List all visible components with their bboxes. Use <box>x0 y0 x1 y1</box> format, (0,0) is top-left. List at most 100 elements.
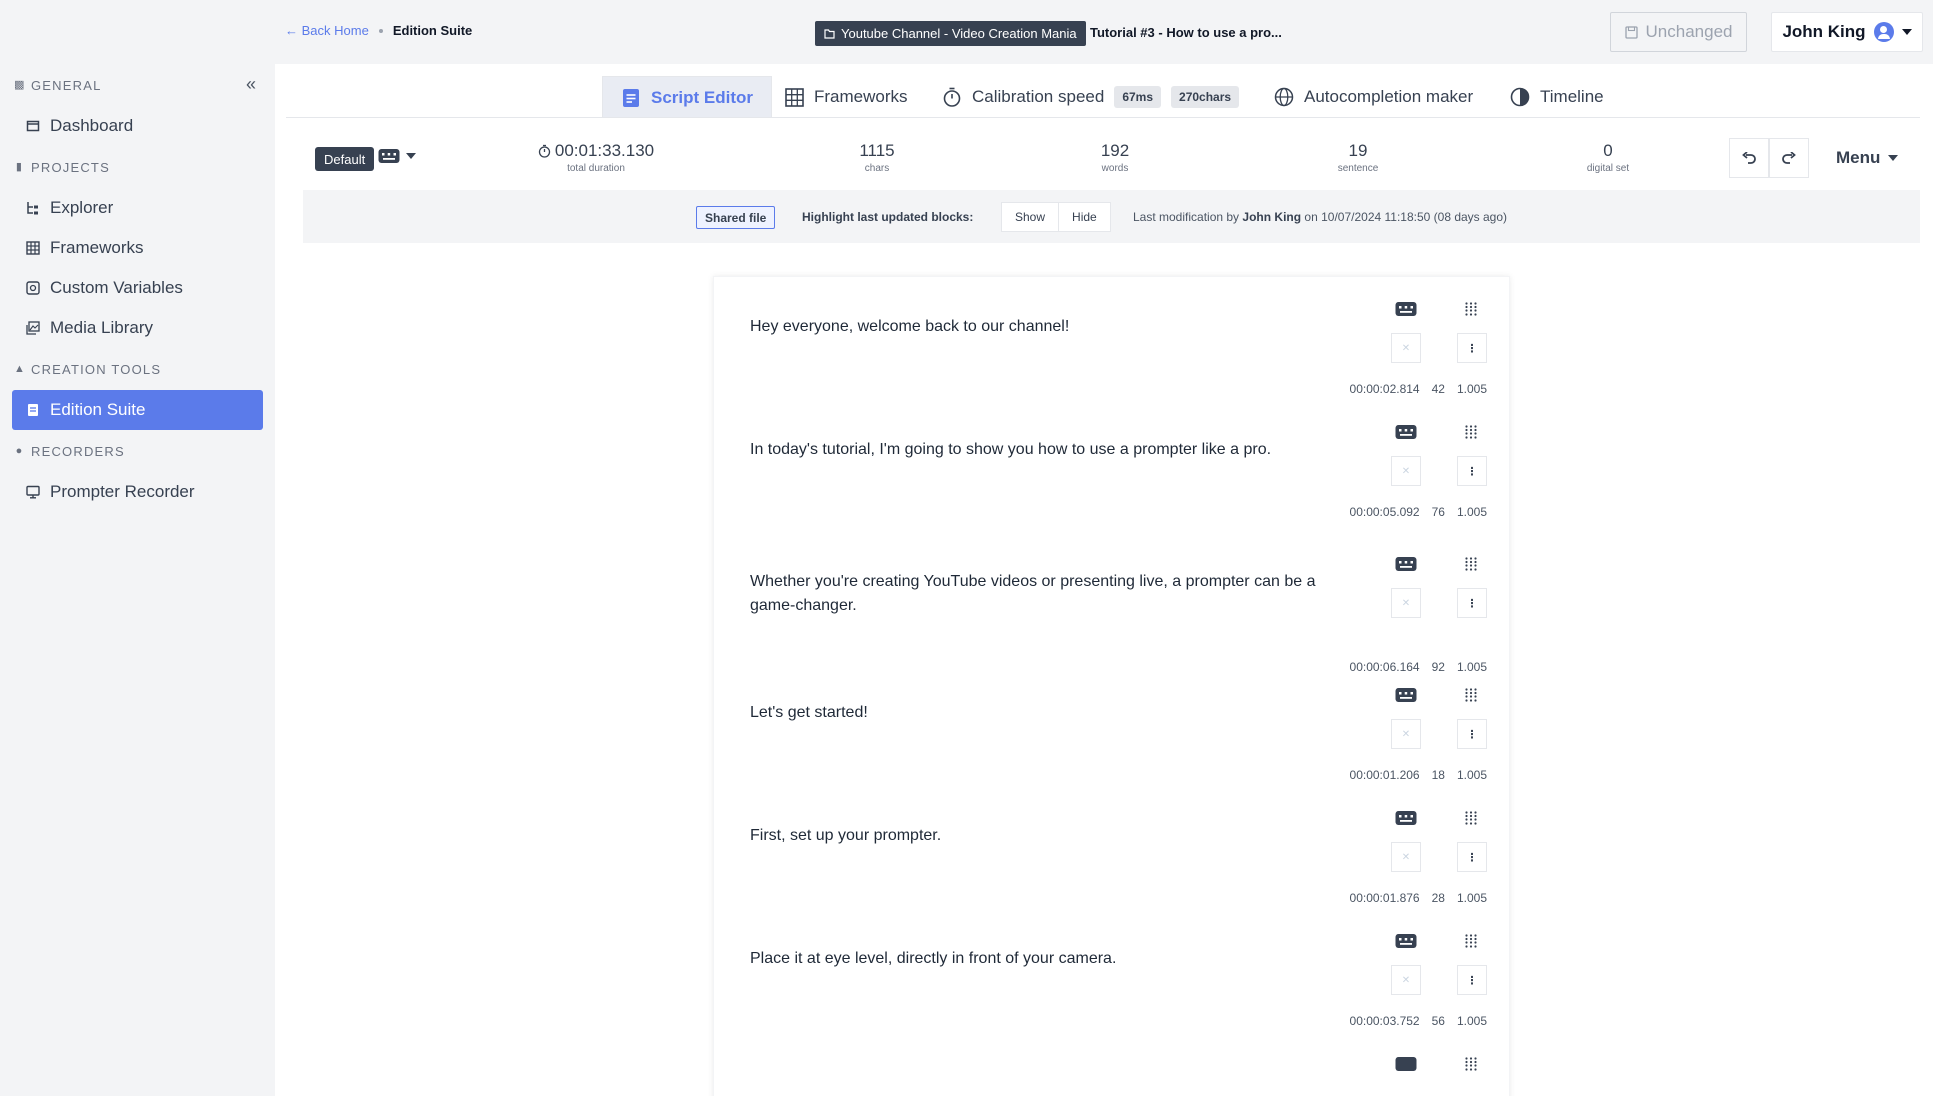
block-text[interactable]: First, set up your prompter. <box>750 824 1350 848</box>
block-duration: 00:00:03.752 <box>1349 1014 1420 1028</box>
document-icon <box>26 403 40 417</box>
stopwatch-icon <box>538 144 551 158</box>
hide-button[interactable]: Hide <box>1059 202 1111 232</box>
tab-autocompletion-maker[interactable]: Autocompletion maker <box>1256 76 1491 118</box>
grid-dots-icon <box>1465 302 1477 316</box>
breadcrumb-current: Edition Suite <box>392 23 473 38</box>
stat-sentence: 19 sentence <box>1337 141 1379 174</box>
section-general: ▩ GENERAL <box>14 78 102 93</box>
block-mute-button[interactable]: ✕ <box>1391 719 1421 749</box>
block-chars: 28 <box>1431 891 1445 905</box>
sidebar-item-prompter-recorder[interactable]: Prompter Recorder <box>12 472 263 512</box>
grid-dots-icon <box>1465 425 1477 439</box>
more-vertical-icon: ⋮ <box>1466 728 1478 741</box>
double-chevron-left-icon[interactable]: « <box>246 74 256 95</box>
block-meta: 00:00:03.752 56 1.005 <box>1350 1014 1487 1028</box>
keyboard-icon <box>378 149 400 163</box>
script-block: Hey everyone, welcome back to our channe… <box>714 277 1511 400</box>
voice-selector[interactable] <box>378 148 416 164</box>
tab-timeline[interactable]: Timeline <box>1492 76 1622 118</box>
grid-dots-icon <box>1465 1057 1477 1071</box>
block-text[interactable]: Hey everyone, welcome back to our channe… <box>750 315 1350 339</box>
sidebar-item-media-library[interactable]: Media Library <box>12 308 263 348</box>
block-text[interactable]: Let's get started! <box>750 701 1350 725</box>
sidebar-item-custom-variables[interactable]: Custom Variables <box>12 268 263 308</box>
block-voice-button[interactable] <box>1393 554 1419 574</box>
sidebar-item-edition-suite[interactable]: Edition Suite <box>12 390 263 430</box>
drag-handle[interactable] <box>1461 299 1481 319</box>
calibration-chars-pill: 270chars <box>1171 86 1240 108</box>
script-block-partial <box>714 1032 1511 1072</box>
block-text[interactable]: In today's tutorial, I'm going to show y… <box>750 438 1350 462</box>
tab-script-editor[interactable]: Script Editor <box>602 76 773 118</box>
block-more-button[interactable]: ⋮ <box>1457 719 1487 749</box>
globe-icon <box>1274 87 1294 107</box>
projects-icon: ▮ <box>15 161 24 173</box>
block-voice-button[interactable] <box>1393 808 1419 828</box>
block-chars: 18 <box>1431 768 1445 782</box>
sidebar-item-explorer[interactable]: Explorer <box>12 188 263 228</box>
tab-frameworks[interactable]: Frameworks <box>766 76 926 118</box>
block-mute-button[interactable]: ✕ <box>1391 842 1421 872</box>
block-speed: 1.005 <box>1456 768 1487 782</box>
block-meta: 00:00:05.092 76 1.005 <box>1350 505 1487 519</box>
script-block: In today's tutorial, I'm going to show y… <box>714 400 1511 532</box>
block-voice-button[interactable] <box>1393 299 1419 319</box>
block-speed: 1.005 <box>1456 505 1487 519</box>
block-voice-button[interactable] <box>1393 1054 1419 1074</box>
back-home-link[interactable]: ← Back Home <box>285 23 369 38</box>
breadcrumb: ← Back Home Edition Suite <box>285 23 472 38</box>
sidebar: ▩ GENERAL « Dashboard ▮ PROJECTS Explore… <box>0 0 275 1096</box>
drag-handle[interactable] <box>1461 422 1481 442</box>
block-mute-button[interactable]: ✕ <box>1391 333 1421 363</box>
tab-calibration-speed[interactable]: Calibration speed 67ms 270chars <box>924 76 1257 118</box>
block-mute-button[interactable]: ✕ <box>1391 588 1421 618</box>
user-menu-button[interactable]: John King <box>1771 12 1923 52</box>
unchanged-button[interactable]: Unchanged <box>1610 12 1747 52</box>
mute-icon: ✕ <box>1401 974 1411 986</box>
record-icon: ● <box>15 445 24 457</box>
grid-dots-icon <box>1465 557 1477 571</box>
shared-file-badge[interactable]: Shared file <box>696 206 776 229</box>
block-text[interactable]: Whether you're creating YouTube videos o… <box>750 570 1350 618</box>
show-button[interactable]: Show <box>1001 202 1060 232</box>
block-meta: 00:00:01.206 18 1.005 <box>1350 768 1487 782</box>
block-more-button[interactable]: ⋮ <box>1457 842 1487 872</box>
folder-icon <box>824 28 835 39</box>
sidebar-item-dashboard[interactable]: Dashboard <box>12 106 263 146</box>
block-speed: 1.005 <box>1456 382 1487 396</box>
drag-handle[interactable] <box>1461 931 1481 951</box>
more-vertical-icon: ⋮ <box>1466 851 1478 864</box>
block-text[interactable]: Place it at eye level, directly in front… <box>750 947 1350 971</box>
save-icon <box>1624 25 1638 39</box>
block-voice-button[interactable] <box>1393 422 1419 442</box>
channel-badge[interactable]: Youtube Channel - Video Creation Mania <box>815 21 1086 46</box>
block-more-button[interactable]: ⋮ <box>1457 456 1487 486</box>
info-bar: Shared file Highlight last updated block… <box>303 190 1920 243</box>
more-vertical-icon: ⋮ <box>1466 974 1478 987</box>
block-meta: 00:00:02.814 42 1.005 <box>1350 382 1487 396</box>
block-more-button[interactable]: ⋮ <box>1457 333 1487 363</box>
undo-button[interactable] <box>1729 138 1769 178</box>
block-voice-button[interactable] <box>1393 685 1419 705</box>
drag-handle[interactable] <box>1461 685 1481 705</box>
script-block: Whether you're creating YouTube videos o… <box>714 532 1511 674</box>
block-mute-button[interactable]: ✕ <box>1391 965 1421 995</box>
block-more-button[interactable]: ⋮ <box>1457 588 1487 618</box>
menu-button[interactable]: Menu <box>1836 148 1899 168</box>
sidebar-item-frameworks[interactable]: Frameworks <box>12 228 263 268</box>
block-voice-button[interactable] <box>1393 931 1419 951</box>
drag-handle[interactable] <box>1461 808 1481 828</box>
redo-button[interactable] <box>1769 138 1809 178</box>
drag-handle[interactable] <box>1461 1054 1481 1074</box>
block-duration: 00:00:05.092 <box>1349 505 1420 519</box>
block-mute-button[interactable]: ✕ <box>1391 456 1421 486</box>
default-voice-button[interactable]: Default <box>315 147 375 171</box>
block-more-button[interactable]: ⋮ <box>1457 965 1487 995</box>
drag-handle[interactable] <box>1461 554 1481 574</box>
keyboard-icon <box>1395 688 1417 702</box>
variable-icon <box>26 281 40 295</box>
document-icon <box>621 88 641 108</box>
block-meta: 00:00:01.876 28 1.005 <box>1350 891 1487 905</box>
mute-icon: ✕ <box>1401 342 1411 354</box>
